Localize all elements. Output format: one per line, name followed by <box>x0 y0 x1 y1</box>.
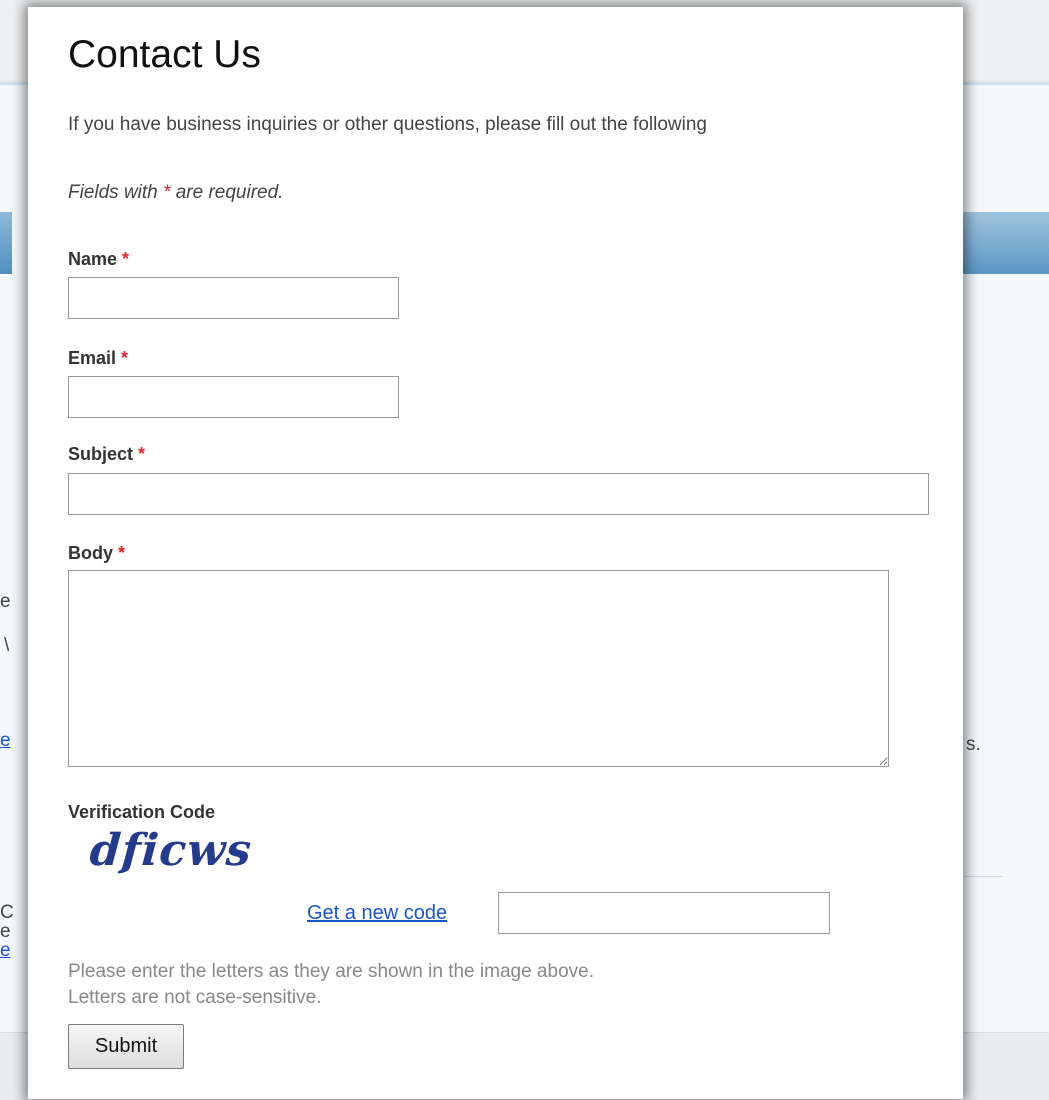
page-title: Contact Us <box>68 33 261 76</box>
name-label: Name * <box>68 249 129 270</box>
verification-code-input[interactable] <box>498 892 830 934</box>
captcha-image: dficws <box>88 825 254 876</box>
required-star: * <box>121 348 129 368</box>
required-note-prefix: Fields with <box>68 182 158 203</box>
contact-dialog: Contact Us If you have business inquirie… <box>28 7 963 1099</box>
background-link-fragment[interactable]: e <box>0 731 11 750</box>
required-star: * <box>122 249 130 269</box>
intro-text: If you have business inquiries or other … <box>68 114 707 135</box>
subject-label: Subject * <box>68 444 145 465</box>
verification-label: Verification Code <box>68 802 216 822</box>
body-textarea[interactable] <box>68 570 889 767</box>
required-star: * <box>163 182 171 203</box>
required-note-suffix: are required. <box>175 182 284 203</box>
required-star: * <box>138 444 146 464</box>
email-label-text: Email <box>68 348 117 368</box>
subject-label-text: Subject <box>68 444 134 464</box>
background-text-fragment: e <box>0 591 11 612</box>
verification-hint-case: Letters are not case-sensitive. <box>68 987 322 1008</box>
body-label: Body * <box>68 543 125 564</box>
name-field[interactable] <box>68 277 399 319</box>
background-header-bar-left <box>0 212 12 274</box>
email-field[interactable] <box>68 376 399 418</box>
get-new-code-link[interactable]: Get a new code <box>307 902 447 925</box>
body-label-text: Body <box>68 543 113 563</box>
background-text-fragment: \ <box>4 635 10 656</box>
verification-hint: Please enter the letters as they are sho… <box>68 961 594 982</box>
background-text-fragment: e <box>0 921 11 942</box>
email-label: Email * <box>68 348 128 369</box>
background-text-fragment: C <box>0 902 14 923</box>
background-header-bar-right <box>962 212 1049 274</box>
required-star: * <box>118 543 126 563</box>
name-label-text: Name <box>68 249 118 269</box>
required-note: Fields with * are required. <box>68 182 283 204</box>
background-text-fragment: s. <box>966 734 981 755</box>
subject-field[interactable] <box>68 473 929 515</box>
submit-button[interactable]: Submit <box>68 1024 184 1069</box>
background-link-fragment[interactable]: e <box>0 941 11 960</box>
background-divider <box>962 876 1002 877</box>
